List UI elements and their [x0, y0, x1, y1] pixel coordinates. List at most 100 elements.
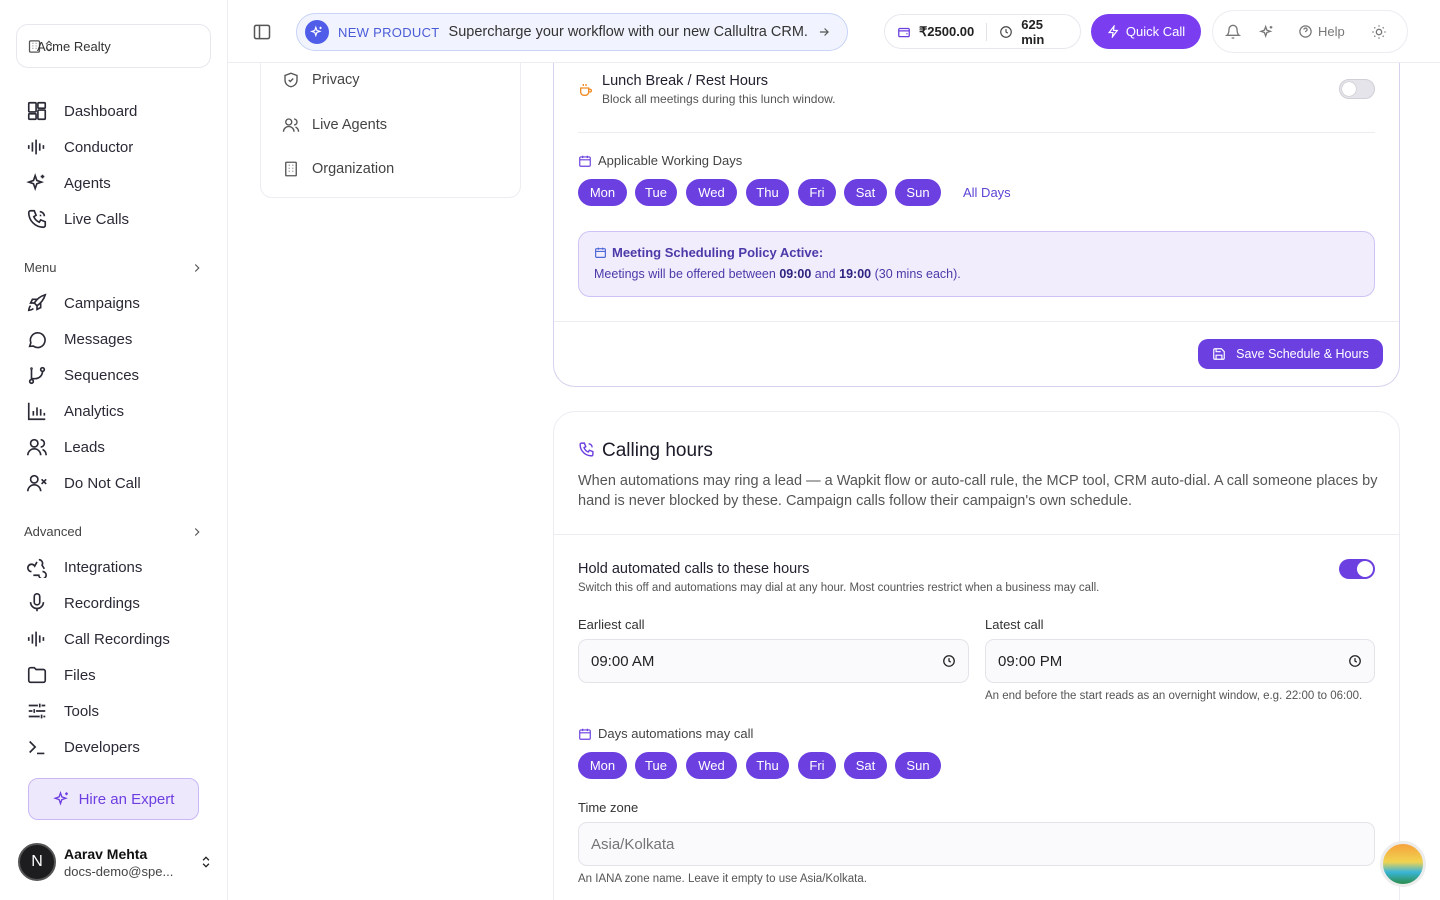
nav-agents[interactable]: Agents [26, 168, 111, 198]
nav-developers[interactable]: Developers [26, 732, 140, 762]
day-pill-sun[interactable]: Sun [895, 179, 941, 206]
working-days-row: Mon Tue Wed Thu Fri Sat Sun All Days [578, 179, 1028, 206]
hold-toggle[interactable] [1339, 559, 1375, 579]
dashboard-icon [26, 100, 48, 122]
nav-label: Files [64, 666, 96, 684]
nav-label: Recordings [64, 594, 140, 612]
day-pill-mon[interactable]: Mon [578, 179, 627, 206]
earliest-time-input[interactable]: 09:00 AM [578, 639, 969, 683]
phone-icon [578, 441, 595, 458]
sparkles-icon[interactable] [1259, 24, 1275, 40]
day-pill-tue[interactable]: Tue [635, 179, 677, 206]
quick-call-label: Quick Call [1125, 24, 1186, 39]
message-icon [26, 328, 48, 350]
calendar-icon [594, 246, 607, 259]
quick-call-button[interactable]: Quick Call [1091, 14, 1201, 49]
policy-banner: Meeting Scheduling Policy Active: Meetin… [578, 231, 1375, 297]
day-pill-sat[interactable]: Sat [844, 179, 887, 206]
org-switcher[interactable]: Acme Realty [16, 24, 211, 68]
nav-analytics[interactable]: Analytics [26, 396, 124, 426]
help-icon [1298, 24, 1313, 39]
help-button[interactable]: Help [1293, 24, 1345, 39]
lightning-icon [1107, 25, 1126, 38]
nav-label: Conductor [64, 138, 134, 156]
subnav-live-agents[interactable]: Live Agents [282, 113, 387, 137]
save-label: Save Schedule & Hours [1236, 347, 1369, 361]
latest-time-input[interactable]: 09:00 PM [985, 639, 1375, 683]
earliest-label: Earliest call [578, 617, 645, 632]
subnav-organization[interactable]: Organization [282, 157, 394, 181]
day-pill-thu[interactable]: Thu [746, 752, 789, 779]
balance: ₹2500.00 [919, 23, 975, 39]
nav-live-calls[interactable]: Live Calls [26, 204, 129, 234]
nav-campaigns[interactable]: Campaigns [26, 288, 140, 318]
lunch-toggle[interactable] [1339, 79, 1375, 99]
menu-title: Menu [24, 260, 57, 275]
credits-widget[interactable]: ₹2500.00 625 min [884, 14, 1081, 49]
nav-label: Sequences [64, 366, 140, 384]
lunch-title: Lunch Break / Rest Hours [602, 73, 769, 89]
nav-leads[interactable]: Leads [26, 432, 105, 462]
clock-icon [1348, 654, 1362, 668]
sidebar-toggle-icon[interactable] [252, 22, 272, 42]
divider [554, 321, 1399, 322]
day-pill-sat[interactable]: Sat [844, 752, 887, 779]
nav-files[interactable]: Files [26, 660, 96, 690]
sparkles-icon [26, 172, 48, 194]
advanced-section-header[interactable]: Advanced [24, 524, 204, 539]
terminal-icon [26, 736, 48, 758]
hire-expert-button[interactable]: Hire an Expert [28, 778, 199, 820]
chat-widget-avatar[interactable] [1380, 841, 1426, 887]
day-pill-fri[interactable]: Fri [798, 752, 836, 779]
branch-icon [26, 364, 48, 386]
nav-sequences[interactable]: Sequences [26, 360, 139, 390]
nav-label: Agents [64, 174, 111, 192]
building-icon [282, 160, 300, 178]
latest-hint: An end before the start reads as an over… [985, 690, 1363, 702]
avatar: N [18, 843, 56, 881]
nav-recordings[interactable]: Recordings [26, 588, 140, 618]
hire-label: Hire an Expert [78, 790, 175, 808]
timezone-input[interactable] [578, 822, 1375, 866]
subnav-label: Organization [312, 161, 395, 177]
nav-conductor[interactable]: Conductor [26, 132, 133, 162]
nav-label: Messages [64, 330, 133, 348]
sun-icon[interactable] [1371, 24, 1387, 40]
menu-section-header[interactable]: Menu [24, 260, 204, 275]
subnav-label: Live Agents [312, 117, 387, 133]
bell-icon[interactable] [1225, 24, 1241, 40]
day-pill-mon[interactable]: Mon [578, 752, 627, 779]
nav-dashboard[interactable]: Dashboard [26, 96, 137, 126]
nav-tools[interactable]: Tools [26, 696, 99, 726]
day-pill-tue[interactable]: Tue [635, 752, 677, 779]
day-pill-fri[interactable]: Fri [798, 179, 836, 206]
nav-do-not-call[interactable]: Do Not Call [26, 468, 141, 498]
nav-call-recordings[interactable]: Call Recordings [26, 624, 170, 654]
arrow-right-icon [817, 25, 831, 39]
calling-hours-title: Calling hours [602, 440, 713, 461]
promo-banner[interactable]: NEW PRODUCT Supercharge your workflow wi… [296, 13, 848, 51]
help-label: Help [1318, 24, 1345, 39]
day-pill-wed[interactable]: Wed [686, 179, 737, 206]
sidebar: Acme Realty Dashboard Conductor Agents L… [0, 0, 228, 900]
sparkles-icon [52, 790, 79, 808]
subnav-privacy[interactable]: Privacy [282, 68, 360, 92]
all-days-link[interactable]: All Days [963, 185, 1011, 200]
bar-chart-icon [26, 400, 48, 422]
day-pill-sun[interactable]: Sun [895, 752, 941, 779]
folder-icon [26, 664, 48, 686]
latest-label: Latest call [985, 617, 1044, 632]
working-days-label: Applicable Working Days [598, 153, 743, 168]
save-schedule-button[interactable]: Save Schedule & Hours [1198, 339, 1383, 369]
day-pill-thu[interactable]: Thu [746, 179, 789, 206]
nav-label: Developers [64, 738, 140, 756]
auto-days-row: Mon Tue Wed Thu Fri Sat Sun [578, 752, 1028, 779]
day-pill-wed[interactable]: Wed [686, 752, 737, 779]
user-menu[interactable]: N Aarav Mehta docs-demo@spe... [18, 840, 213, 884]
nav-messages[interactable]: Messages [26, 324, 132, 354]
wallet-icon [897, 25, 911, 39]
nav-integrations[interactable]: Integrations [26, 552, 142, 582]
nav-label: Tools [64, 702, 100, 720]
policy-text: Meetings will be offered between 09:00 a… [594, 267, 961, 281]
nav-label: Integrations [64, 558, 143, 576]
